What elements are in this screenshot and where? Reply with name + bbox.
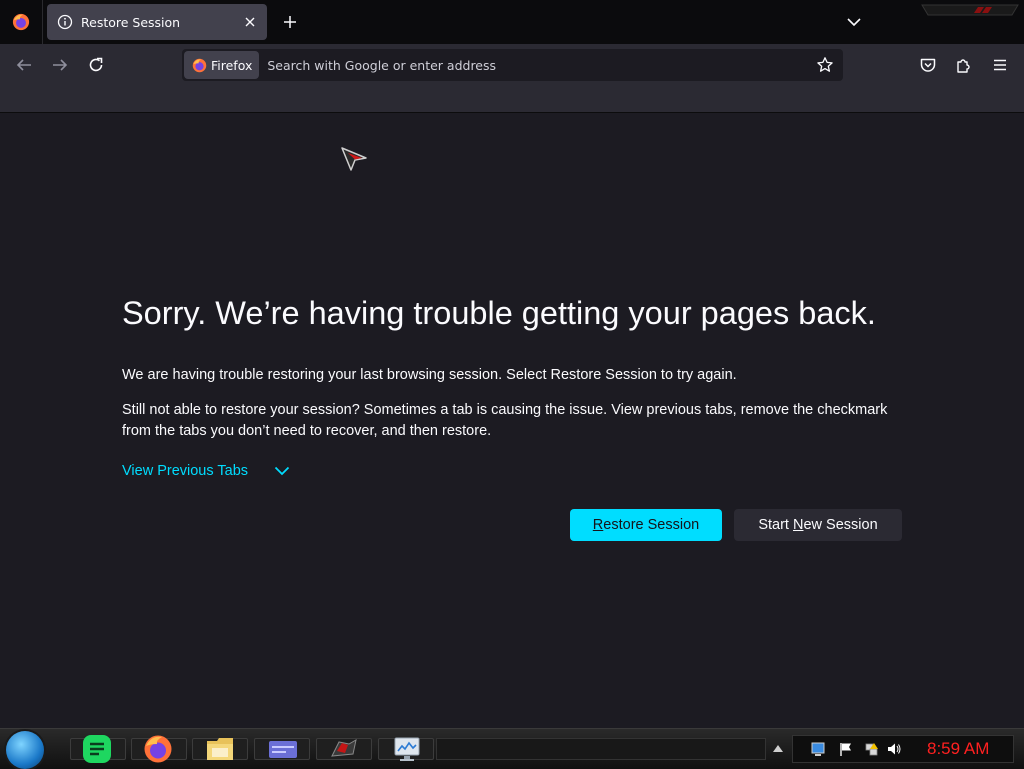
reload-icon <box>89 57 103 72</box>
start-new-session-label-pre: Start <box>758 517 793 533</box>
pocket-icon <box>920 58 936 72</box>
window-decoration-graphic <box>921 4 1019 16</box>
error-help-text: Still not able to restore your session? … <box>122 402 888 439</box>
firefox-menu-button[interactable] <box>0 0 43 44</box>
start-new-session-button[interactable]: Start New Session <box>734 509 902 541</box>
restore-session-button[interactable]: Restore Session <box>570 509 722 541</box>
view-previous-tabs-toggle[interactable]: View Previous Tabs <box>122 461 290 481</box>
network-icon[interactable] <box>865 742 879 756</box>
monitor-icon[interactable] <box>392 734 422 764</box>
flag-icon[interactable] <box>839 742 853 756</box>
identity-label: Firefox <box>211 57 253 73</box>
forward-arrow-icon <box>53 59 68 71</box>
url-bar[interactable]: Firefox <box>182 49 843 81</box>
restore-session-label: estore Session <box>603 517 700 533</box>
display-icon[interactable] <box>811 742 825 756</box>
info-icon <box>57 14 73 30</box>
page-title: Sorry. We’re having trouble getting your… <box>122 295 876 331</box>
star-icon[interactable] <box>816 56 834 74</box>
start-new-session-accesskey: N <box>793 517 804 533</box>
taskbar-empty-area <box>436 738 766 760</box>
volume-icon[interactable] <box>887 742 901 756</box>
reload-button[interactable] <box>86 55 106 75</box>
plus-icon <box>284 16 296 28</box>
firefox-logo-icon[interactable] <box>143 734 173 764</box>
app-menu-button[interactable] <box>990 55 1010 75</box>
back-arrow-icon <box>16 59 31 71</box>
mouse-cursor-icon <box>341 147 367 171</box>
error-description: We are having trouble restoring your las… <box>122 367 737 383</box>
firefox-logo-icon <box>192 58 207 72</box>
chevron-down-icon[interactable] <box>845 13 863 31</box>
extensions-button[interactable] <box>954 55 974 75</box>
media-icon[interactable] <box>329 734 359 764</box>
tab-title: Restore Session <box>81 14 181 30</box>
navigation-toolbar: Firefox <box>0 44 1024 86</box>
back-button[interactable] <box>14 55 34 75</box>
chevron-down-icon <box>274 466 290 476</box>
tab-strip: Restore Session <box>0 0 1024 44</box>
identity-box[interactable]: Firefox <box>184 51 260 79</box>
forward-button[interactable] <box>50 55 70 75</box>
tab-restore-session[interactable]: Restore Session <box>47 4 267 40</box>
start-orb-icon[interactable] <box>6 731 44 769</box>
new-tab-button[interactable] <box>280 12 300 32</box>
system-tray: 8:59 AM <box>792 735 1014 763</box>
taskbar: 8:59 AM <box>0 728 1024 769</box>
restore-session-accesskey: R <box>592 517 604 533</box>
window-icon[interactable] <box>268 734 298 764</box>
file-manager-icon[interactable] <box>205 734 235 764</box>
close-icon[interactable] <box>243 15 257 29</box>
bookmarks-toolbar <box>0 86 1024 113</box>
firefox-logo-icon <box>12 13 30 31</box>
hamburger-menu-icon <box>994 59 1006 71</box>
start-new-session-label: ew Session <box>803 517 878 533</box>
address-input[interactable] <box>265 56 816 74</box>
extensions-icon <box>957 59 970 73</box>
pocket-button[interactable] <box>918 55 938 75</box>
taskbar-clock[interactable]: 8:59 AM <box>927 739 989 759</box>
notes-icon[interactable] <box>82 734 112 764</box>
view-previous-tabs-label: View Previous Tabs <box>122 463 249 479</box>
restore-session-page: Sorry. We’re having trouble getting your… <box>0 113 1024 728</box>
tray-expand-icon[interactable] <box>772 743 784 753</box>
